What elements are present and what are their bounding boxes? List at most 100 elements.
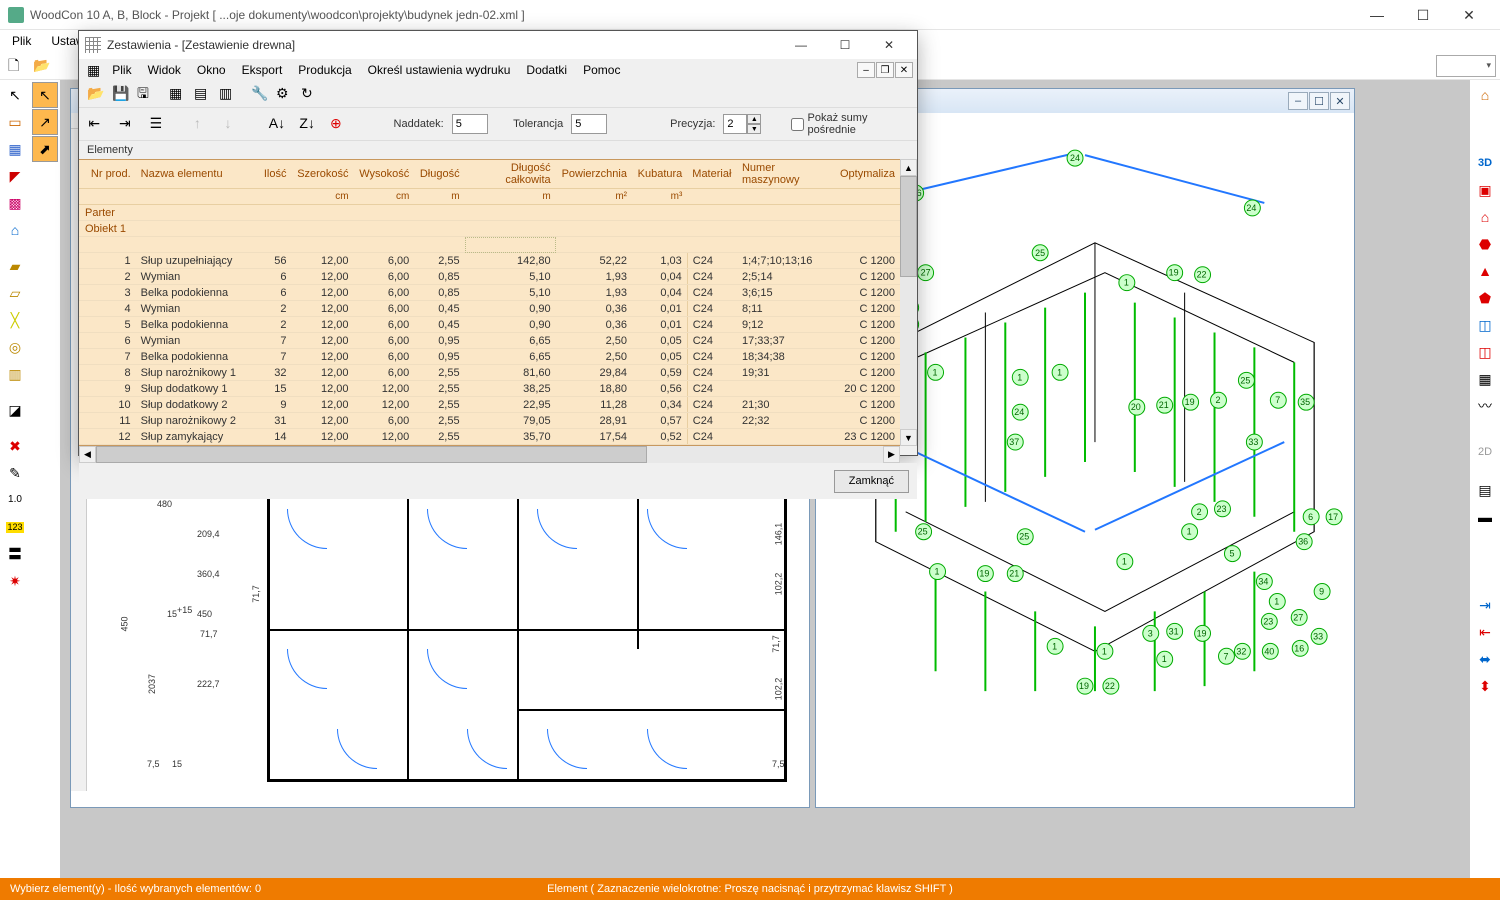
arrow2-red-icon[interactable]: ⬍ xyxy=(1472,673,1498,699)
table-row[interactable]: 7Belka podokienna712,006,000,956,652,500… xyxy=(79,349,900,365)
dialog-minimize-button[interactable]: — xyxy=(779,31,823,59)
select-tool[interactable]: ↖ xyxy=(2,82,28,108)
naddatek-input[interactable] xyxy=(452,114,488,134)
col-dlug-calk[interactable]: Długość całkowita xyxy=(465,160,556,189)
open-folder-icon[interactable]: 📂 xyxy=(83,82,107,106)
dlg-menu-produkcja[interactable]: Produkcja xyxy=(290,61,359,79)
table-row[interactable]: 9Słup dodatkowy 11512,0012,002,5538,2518… xyxy=(79,381,900,397)
doc3d-min-button[interactable]: – xyxy=(1288,92,1308,110)
save-icon[interactable]: 💾 xyxy=(108,82,132,106)
grid1-icon[interactable]: ▦ xyxy=(165,82,189,106)
group-row[interactable]: Obiekt 1 xyxy=(79,221,900,237)
table-row[interactable]: 3Belka podokienna612,006,000,855,101,930… xyxy=(79,285,900,301)
col-kub[interactable]: Kubatura xyxy=(632,160,687,189)
col-szer[interactable]: Szerokość xyxy=(291,160,353,189)
delete-tool[interactable]: ✖ xyxy=(2,433,28,459)
house-tool[interactable]: ⌂ xyxy=(2,217,28,243)
outdent-icon[interactable]: ⇤ xyxy=(85,112,108,136)
scroll-down-icon[interactable]: ▼ xyxy=(900,429,917,446)
curve-icon[interactable]: 〰 xyxy=(1472,393,1498,419)
scroll-right-icon[interactable]: ▶ xyxy=(883,446,900,463)
zestawienia-dialog[interactable]: Zestawienia - [Zestawienie drewna] — ☐ ✕… xyxy=(78,30,918,456)
group-icon[interactable]: ☰ xyxy=(146,112,169,136)
precyzja-input[interactable] xyxy=(723,114,747,134)
col-mat[interactable]: Materiał xyxy=(687,160,737,189)
pointer-tool-active[interactable]: ↖ xyxy=(32,82,58,108)
close-button[interactable]: ✕ xyxy=(1446,0,1492,30)
refresh-icon[interactable]: ↻ xyxy=(297,82,321,106)
col-nrprod[interactable]: Nr prod. xyxy=(79,160,136,189)
table-vertical-scrollbar[interactable]: ▲ ▼ xyxy=(900,159,917,446)
view-3d-button[interactable]: 3D xyxy=(1472,150,1498,176)
red3d-3-icon[interactable]: ⬣ xyxy=(1472,231,1498,257)
col-pow[interactable]: Powierzchnia xyxy=(556,160,632,189)
layers-icon[interactable]: ▤ xyxy=(1472,477,1498,503)
scroll-up-icon[interactable]: ▲ xyxy=(900,159,917,176)
dlg-menu-dodatki[interactable]: Dodatki xyxy=(518,61,575,79)
roof-edge-tool[interactable]: ◤ xyxy=(2,163,28,189)
target-icon[interactable]: ⊕ xyxy=(327,112,350,136)
move-tool[interactable]: ↗ xyxy=(32,109,58,135)
table-row[interactable]: 4Wymian212,006,000,450,900,360,01C248;11… xyxy=(79,301,900,317)
table-row[interactable]: 8Słup narożnikowy 13212,006,002,5581,602… xyxy=(79,365,900,381)
table-row[interactable]: 12Słup zamykający1412,0012,002,5535,7017… xyxy=(79,429,900,445)
blue-box-icon[interactable]: ◫ xyxy=(1472,312,1498,338)
red3d-2-icon[interactable]: ⌂ xyxy=(1472,204,1498,230)
dlg-menu-eksport[interactable]: Eksport xyxy=(234,61,291,79)
table-row[interactable]: 10Słup dodatkowy 2912,0012,002,5522,9511… xyxy=(79,397,900,413)
sort-asc-icon[interactable]: A↓ xyxy=(265,112,288,136)
rect-tool[interactable]: ▭ xyxy=(2,109,28,135)
grid2-icon[interactable]: ▤ xyxy=(190,82,214,106)
spin-down-icon[interactable]: ▼ xyxy=(747,124,761,134)
mdi-close-button[interactable]: ✕ xyxy=(895,62,913,78)
black-rect-icon[interactable]: ▬ xyxy=(1472,504,1498,530)
timber-tool[interactable]: ▰ xyxy=(2,253,28,279)
grid3-icon[interactable]: ▥ xyxy=(215,82,239,106)
grid-small-icon[interactable]: ▦ xyxy=(1472,366,1498,392)
down-icon[interactable]: ↓ xyxy=(221,112,244,136)
dlg-menu-pomoc[interactable]: Pomoc xyxy=(575,61,628,79)
table-row[interactable]: 11Słup narożnikowy 23112,006,002,5579,05… xyxy=(79,413,900,429)
scroll-thumb[interactable] xyxy=(900,176,917,277)
pick-tool[interactable]: ⬈ xyxy=(32,136,58,162)
dialog-close-button[interactable]: ✕ xyxy=(867,31,911,59)
red3d-4-icon[interactable]: ▲ xyxy=(1472,258,1498,284)
table-row[interactable]: 2Wymian612,006,000,855,101,930,04C242;5;… xyxy=(79,269,900,285)
sort-desc-icon[interactable]: Z↓ xyxy=(296,112,319,136)
dlg-menu-okno[interactable]: Okno xyxy=(189,61,234,79)
dlg-menu-widok[interactable]: Widok xyxy=(140,61,189,79)
mdi-restore-button[interactable]: ❐ xyxy=(876,62,894,78)
tolerancja-input[interactable] xyxy=(571,114,607,134)
steel-tool[interactable]: 〓 xyxy=(2,541,28,567)
col-opt[interactable]: Optymaliza xyxy=(834,160,900,189)
scroll-hthumb[interactable] xyxy=(96,446,647,463)
col-nrmasz[interactable]: Numer maszynowy xyxy=(737,160,834,189)
menu-plik[interactable]: Plik xyxy=(4,32,39,50)
log-tool[interactable]: ◎ xyxy=(2,334,28,360)
star-tool[interactable]: ✷ xyxy=(2,568,28,594)
sprocket-icon[interactable]: ⚙ xyxy=(272,82,296,106)
arrow2-blue-icon[interactable]: ⬌ xyxy=(1472,646,1498,672)
open-file-button[interactable]: 📂 xyxy=(29,54,53,78)
precyzja-spinner[interactable]: ▲▼ xyxy=(723,114,761,134)
save-all-icon[interactable]: 🖫 xyxy=(133,82,157,106)
dlg-menu-ustawienia[interactable]: Określ ustawienia wydruku xyxy=(360,61,519,79)
col-dlug[interactable]: Długość xyxy=(414,160,464,189)
panel-tool[interactable]: ▥ xyxy=(2,361,28,387)
doc3d-max-button[interactable]: ☐ xyxy=(1309,92,1329,110)
table-row[interactable]: 1Słup uzupełniający5612,006,002,55142,80… xyxy=(79,253,900,269)
table-row[interactable]: 6Wymian712,006,000,956,652,500,05C2417;3… xyxy=(79,333,900,349)
table-horizontal-scrollbar[interactable]: ◀ ▶ xyxy=(79,446,900,463)
mdi-min-button[interactable]: – xyxy=(857,62,875,78)
doc3d-close-button[interactable]: ✕ xyxy=(1330,92,1350,110)
cube-tool[interactable]: ◪ xyxy=(2,397,28,423)
col-ilosc[interactable]: Ilość xyxy=(257,160,291,189)
hatch-tool[interactable]: ▩ xyxy=(2,190,28,216)
view-2d-button[interactable]: 2D xyxy=(1472,439,1498,465)
edit-tool[interactable]: ✎ xyxy=(2,460,28,486)
dialog-titlebar[interactable]: Zestawienia - [Zestawienie drewna] — ☐ ✕ xyxy=(79,31,917,59)
red3d-1-icon[interactable]: ▣ xyxy=(1472,177,1498,203)
red-box-icon[interactable]: ◫ xyxy=(1472,339,1498,365)
maximize-button[interactable]: ☐ xyxy=(1400,0,1446,30)
home-icon[interactable]: ⌂ xyxy=(1472,82,1498,108)
